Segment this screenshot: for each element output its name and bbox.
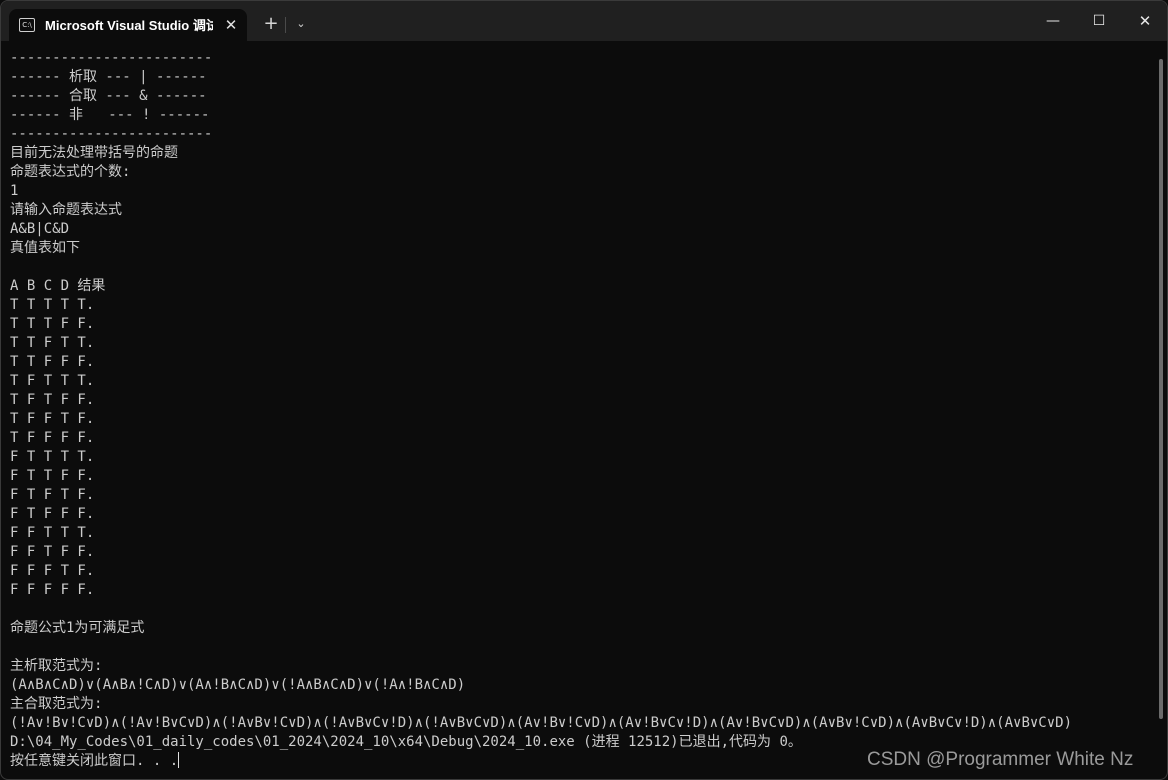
console-line: T F T F F.: [10, 392, 95, 408]
console-line: 主析取范式为:: [10, 658, 103, 674]
console-line: 目前无法处理带括号的命题: [10, 145, 178, 161]
console-line: 1: [10, 183, 19, 199]
console-line: 命题公式1为可满足式: [10, 620, 145, 636]
console-output[interactable]: ------------------------ ------ 析取 --- | …: [10, 49, 1155, 779]
tab-separator: [285, 17, 286, 33]
console-line: T F T T T.: [10, 373, 95, 389]
console-line: F F F T F.: [10, 563, 95, 579]
scrollbar[interactable]: [1159, 59, 1163, 719]
console-icon: C:\: [19, 18, 35, 32]
console-line: ------ 析取 --- | ------: [10, 69, 207, 85]
console-line: T F F T F.: [10, 411, 95, 427]
close-tab-icon[interactable]: ✕: [219, 13, 243, 37]
close-window-button[interactable]: ✕: [1122, 1, 1167, 41]
maximize-button[interactable]: ☐: [1076, 1, 1122, 41]
console-line: 命题表达式的个数:: [10, 164, 131, 180]
new-tab-button[interactable]: +: [258, 11, 284, 37]
console-line: 请输入命题表达式: [10, 202, 122, 218]
console-line: A B C D 结果: [10, 278, 106, 294]
console-line: F F T T T.: [10, 525, 95, 541]
console-line: ------------------------: [10, 50, 213, 66]
console-line: 真值表如下: [10, 240, 80, 256]
console-line: 主合取范式为:: [10, 696, 103, 712]
console-line: ------------------------: [10, 126, 213, 142]
console-line: T T F F F.: [10, 354, 95, 370]
console-line: T F F F F.: [10, 430, 95, 446]
console-line: T T F T T.: [10, 335, 95, 351]
terminal-window: C:\ Microsoft Visual Studio 调试控制台 ✕ + ⌄ …: [0, 0, 1168, 780]
console-line: (A∧B∧C∧D)∨(A∧B∧!C∧D)∨(A∧!B∧C∧D)∨(!A∧B∧C∧…: [10, 677, 466, 693]
console-line: ------ 合取 --- & ------: [10, 88, 207, 104]
console-line: A&B|C&D: [10, 221, 70, 237]
console-line: F T T T T.: [10, 449, 95, 465]
chevron-down-icon[interactable]: ⌄: [288, 11, 314, 37]
console-line: T T T T T.: [10, 297, 95, 313]
title-bar: C:\ Microsoft Visual Studio 调试控制台 ✕ + ⌄ …: [1, 1, 1167, 41]
text-cursor: [178, 752, 180, 768]
console-line: ------ 非 --- ! ------: [10, 107, 210, 123]
console-line: F F T F F.: [10, 544, 95, 560]
tab-title: Microsoft Visual Studio 调试控制台: [45, 18, 213, 33]
tab-debug-console[interactable]: C:\ Microsoft Visual Studio 调试控制台 ✕: [9, 9, 247, 41]
console-line: F T F T F.: [10, 487, 95, 503]
console-line: F T T F F.: [10, 468, 95, 484]
console-line: F F F F F.: [10, 582, 95, 598]
minimize-button[interactable]: —: [1030, 1, 1076, 41]
console-line: F T F F F.: [10, 506, 95, 522]
console-line: T T T F F.: [10, 316, 95, 332]
console-line: (!A∨!B∨!C∨D)∧(!A∨!B∨C∨D)∧(!A∨B∨!C∨D)∧(!A…: [10, 715, 1073, 731]
watermark: CSDN @Programmer White Nz: [867, 749, 1134, 770]
